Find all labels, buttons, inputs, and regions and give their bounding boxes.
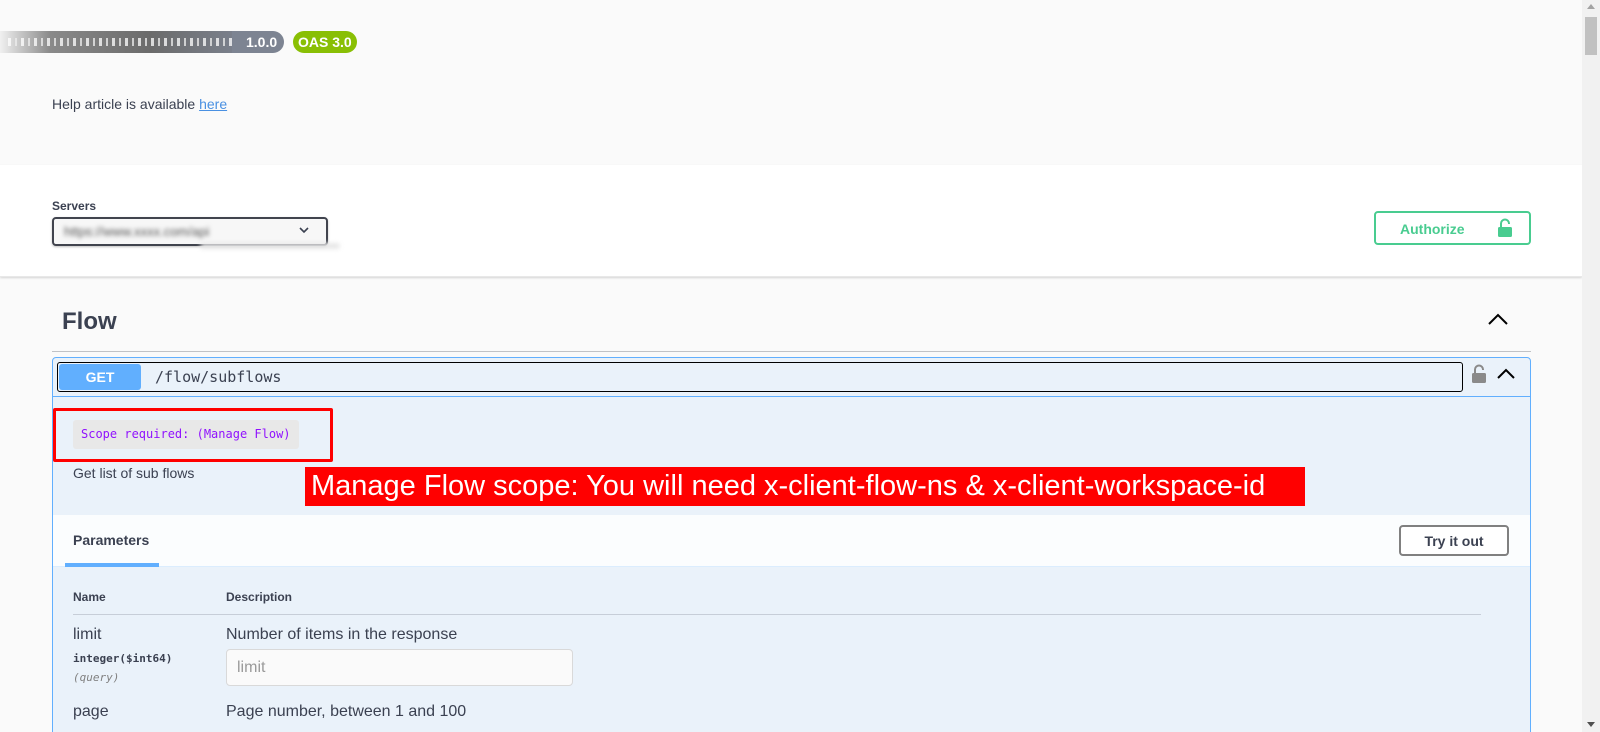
scope-required: Scope required: (Manage Flow) bbox=[73, 420, 299, 449]
divider bbox=[53, 396, 1530, 397]
annotation-callout: Manage Flow scope: You will need x-clien… bbox=[305, 467, 1305, 506]
operation-path: /flow/subflows bbox=[155, 368, 282, 386]
tag-title: Flow bbox=[62, 308, 117, 335]
authorize-button[interactable]: Authorize bbox=[1374, 211, 1531, 245]
param-location: (query) bbox=[73, 671, 120, 684]
unlock-icon bbox=[1497, 218, 1513, 241]
tab-underline bbox=[65, 563, 159, 567]
selected-server: https://www.xxxx.com/api bbox=[64, 224, 210, 239]
try-it-out-button[interactable]: Try it out bbox=[1399, 525, 1509, 556]
param-description: Number of items in the response bbox=[226, 626, 458, 643]
method-badge: GET bbox=[59, 364, 141, 390]
scroll-down-arrow-icon[interactable] bbox=[1587, 722, 1595, 727]
operation-block: GET /flow/subflows Scope required: (Mana… bbox=[52, 357, 1531, 732]
help-label: Help article is available bbox=[52, 96, 200, 112]
version-badge: 1.0.0 bbox=[232, 31, 285, 53]
redaction-smear bbox=[200, 243, 340, 249]
param-name: limit bbox=[73, 626, 102, 643]
api-title-redacted bbox=[0, 31, 250, 53]
operation-description: Get list of sub flows bbox=[73, 465, 195, 481]
scroll-up-arrow-icon[interactable] bbox=[1587, 4, 1595, 9]
scrollbar-thumb[interactable] bbox=[1585, 17, 1597, 55]
help-text: Help article is available here bbox=[52, 96, 227, 112]
lock-icon[interactable] bbox=[1472, 364, 1486, 389]
oas-badge: OAS 3.0 bbox=[293, 31, 357, 53]
param-name: page bbox=[73, 703, 109, 720]
help-link[interactable]: here bbox=[199, 96, 227, 112]
limit-input[interactable] bbox=[226, 649, 573, 686]
chevron-up-icon[interactable] bbox=[1496, 366, 1516, 385]
operation-summary[interactable]: GET /flow/subflows bbox=[57, 362, 1463, 392]
param-type: integer($int64) bbox=[73, 652, 173, 665]
scrollbar[interactable] bbox=[1582, 0, 1600, 732]
parameters-header: Parameters Try it out bbox=[53, 515, 1530, 567]
column-header-description: Description bbox=[226, 590, 293, 604]
tag-section[interactable]: Flow bbox=[52, 298, 1531, 352]
param-description: Page number, between 1 and 100 bbox=[226, 703, 467, 720]
authorize-label: Authorize bbox=[1400, 221, 1465, 237]
chevron-down-icon bbox=[298, 223, 310, 239]
scheme-container: Servers https://www.xxxx.com/api Authori… bbox=[0, 165, 1582, 277]
chevron-up-icon[interactable] bbox=[1487, 312, 1509, 331]
divider bbox=[73, 614, 1481, 615]
info-section: 1.0.0 OAS 3.0 Help article is available … bbox=[0, 0, 1582, 165]
column-header-name: Name bbox=[73, 590, 106, 604]
servers-select[interactable]: https://www.xxxx.com/api bbox=[52, 217, 328, 246]
servers-label: Servers bbox=[52, 199, 97, 213]
tab-parameters[interactable]: Parameters bbox=[73, 532, 149, 548]
